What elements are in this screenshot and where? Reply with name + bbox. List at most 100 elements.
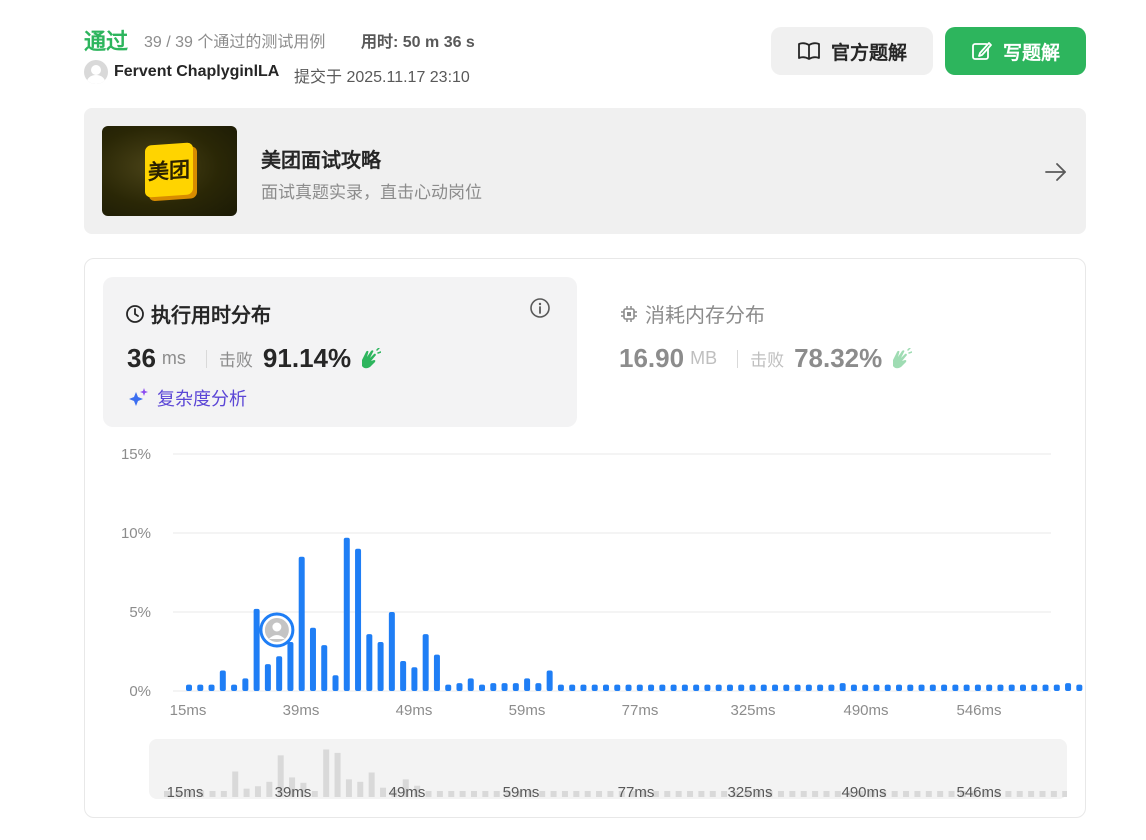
bar[interactable] <box>186 684 192 691</box>
bar[interactable] <box>986 684 993 691</box>
bar[interactable] <box>974 684 981 691</box>
bar[interactable] <box>535 683 542 691</box>
bar[interactable] <box>231 684 238 691</box>
bar[interactable] <box>817 684 824 691</box>
bar[interactable] <box>276 656 283 691</box>
bar[interactable] <box>929 684 936 691</box>
bar[interactable] <box>828 684 835 691</box>
bar[interactable] <box>749 684 756 691</box>
bar[interactable] <box>433 654 440 691</box>
bar[interactable] <box>1053 684 1060 691</box>
bar[interactable] <box>422 634 429 691</box>
promo-banner[interactable]: 美团 美团面试攻略 面试真题实录，直击心动岗位 <box>84 108 1086 234</box>
bar[interactable] <box>512 683 519 691</box>
bar[interactable] <box>794 684 801 691</box>
bar[interactable] <box>332 675 339 691</box>
bar[interactable] <box>648 684 655 691</box>
complexity-analysis-link[interactable]: 复杂度分析 <box>127 385 247 411</box>
bar[interactable] <box>264 664 271 691</box>
bar[interactable] <box>524 678 531 691</box>
bar[interactable] <box>670 684 677 691</box>
bar[interactable] <box>1008 684 1015 691</box>
write-solution-button[interactable]: 写题解 <box>945 27 1086 75</box>
bar[interactable] <box>479 684 486 691</box>
bar[interactable] <box>1019 684 1026 691</box>
bar[interactable] <box>963 684 970 691</box>
bar[interactable] <box>1076 684 1083 691</box>
bar[interactable] <box>197 684 204 691</box>
bar[interactable] <box>602 684 609 691</box>
bar[interactable] <box>388 612 395 691</box>
bar[interactable] <box>941 684 948 691</box>
bar[interactable] <box>343 537 350 691</box>
bar[interactable] <box>997 684 1004 691</box>
bar[interactable] <box>850 684 857 691</box>
bar[interactable] <box>287 642 294 691</box>
clock-icon <box>126 304 144 323</box>
overview-bar <box>539 791 546 797</box>
bar[interactable] <box>839 683 846 691</box>
bar[interactable] <box>1065 683 1072 691</box>
bar[interactable] <box>681 684 688 691</box>
bar[interactable] <box>760 684 767 691</box>
bar[interactable] <box>659 684 666 691</box>
bar[interactable] <box>614 684 621 691</box>
bar[interactable] <box>918 684 925 691</box>
bar[interactable] <box>772 684 779 691</box>
bar[interactable] <box>400 660 407 691</box>
memory-stats: 16.90 MB 击败 78.32% <box>619 343 913 374</box>
bar[interactable] <box>693 684 700 691</box>
bar[interactable] <box>467 678 474 691</box>
bar[interactable] <box>569 684 576 691</box>
bar[interactable] <box>411 667 418 691</box>
memory-tab[interactable]: 消耗内存分布 <box>619 299 765 328</box>
bar[interactable] <box>546 670 553 691</box>
bar[interactable] <box>253 608 260 691</box>
bar[interactable] <box>557 684 564 691</box>
overview-tick-label: 49ms <box>389 784 426 799</box>
bar[interactable] <box>625 684 632 691</box>
overview-bar <box>891 791 898 797</box>
overview-bar <box>1050 791 1057 797</box>
bar[interactable] <box>355 548 362 691</box>
bar[interactable] <box>445 684 452 691</box>
bar[interactable] <box>726 684 733 691</box>
bar[interactable] <box>298 556 305 691</box>
bar[interactable] <box>208 684 215 691</box>
official-solution-button[interactable]: 官方题解 <box>771 27 933 75</box>
clap-icon <box>893 347 913 368</box>
bar[interactable] <box>1031 684 1038 691</box>
bar[interactable] <box>862 684 869 691</box>
bar[interactable] <box>321 645 328 691</box>
bar[interactable] <box>377 642 384 691</box>
bar[interactable] <box>704 684 711 691</box>
bar[interactable] <box>366 634 373 691</box>
bar[interactable] <box>490 683 497 691</box>
bar[interactable] <box>591 684 598 691</box>
info-icon[interactable] <box>529 297 551 319</box>
bar[interactable] <box>456 683 463 691</box>
bar[interactable] <box>896 684 903 691</box>
bar[interactable] <box>873 684 880 691</box>
bar[interactable] <box>952 684 959 691</box>
bar[interactable] <box>501 683 508 691</box>
bar[interactable] <box>884 684 891 691</box>
bar[interactable] <box>738 684 745 691</box>
bar[interactable] <box>580 684 587 691</box>
range-overview[interactable]: 15ms 39ms 49ms 59ms 77ms 325ms 490ms 546ms <box>149 739 1091 801</box>
status-label: 通过 <box>84 29 129 54</box>
bar[interactable] <box>783 684 790 691</box>
runtime-distribution-chart[interactable]: 0% 5% 10% 15% 15ms 39ms 49ms 59ms 77ms 325ms 490m… <box>85 439 1085 739</box>
bar[interactable] <box>805 684 812 691</box>
bar[interactable] <box>242 678 249 691</box>
arrow-right-icon[interactable] <box>1042 158 1070 186</box>
bar[interactable] <box>715 684 722 691</box>
bar[interactable] <box>636 684 643 691</box>
user-avatar[interactable] <box>84 60 108 84</box>
bar[interactable] <box>219 670 226 691</box>
user-name-link[interactable]: Fervent ChaplyginlLA <box>114 63 279 81</box>
runtime-tab[interactable]: 执行用时分布 36 ms 击败 91.14% 复杂度分析 <box>103 277 577 427</box>
bar[interactable] <box>1042 684 1049 691</box>
bar[interactable] <box>907 684 914 691</box>
bar[interactable] <box>309 627 316 691</box>
